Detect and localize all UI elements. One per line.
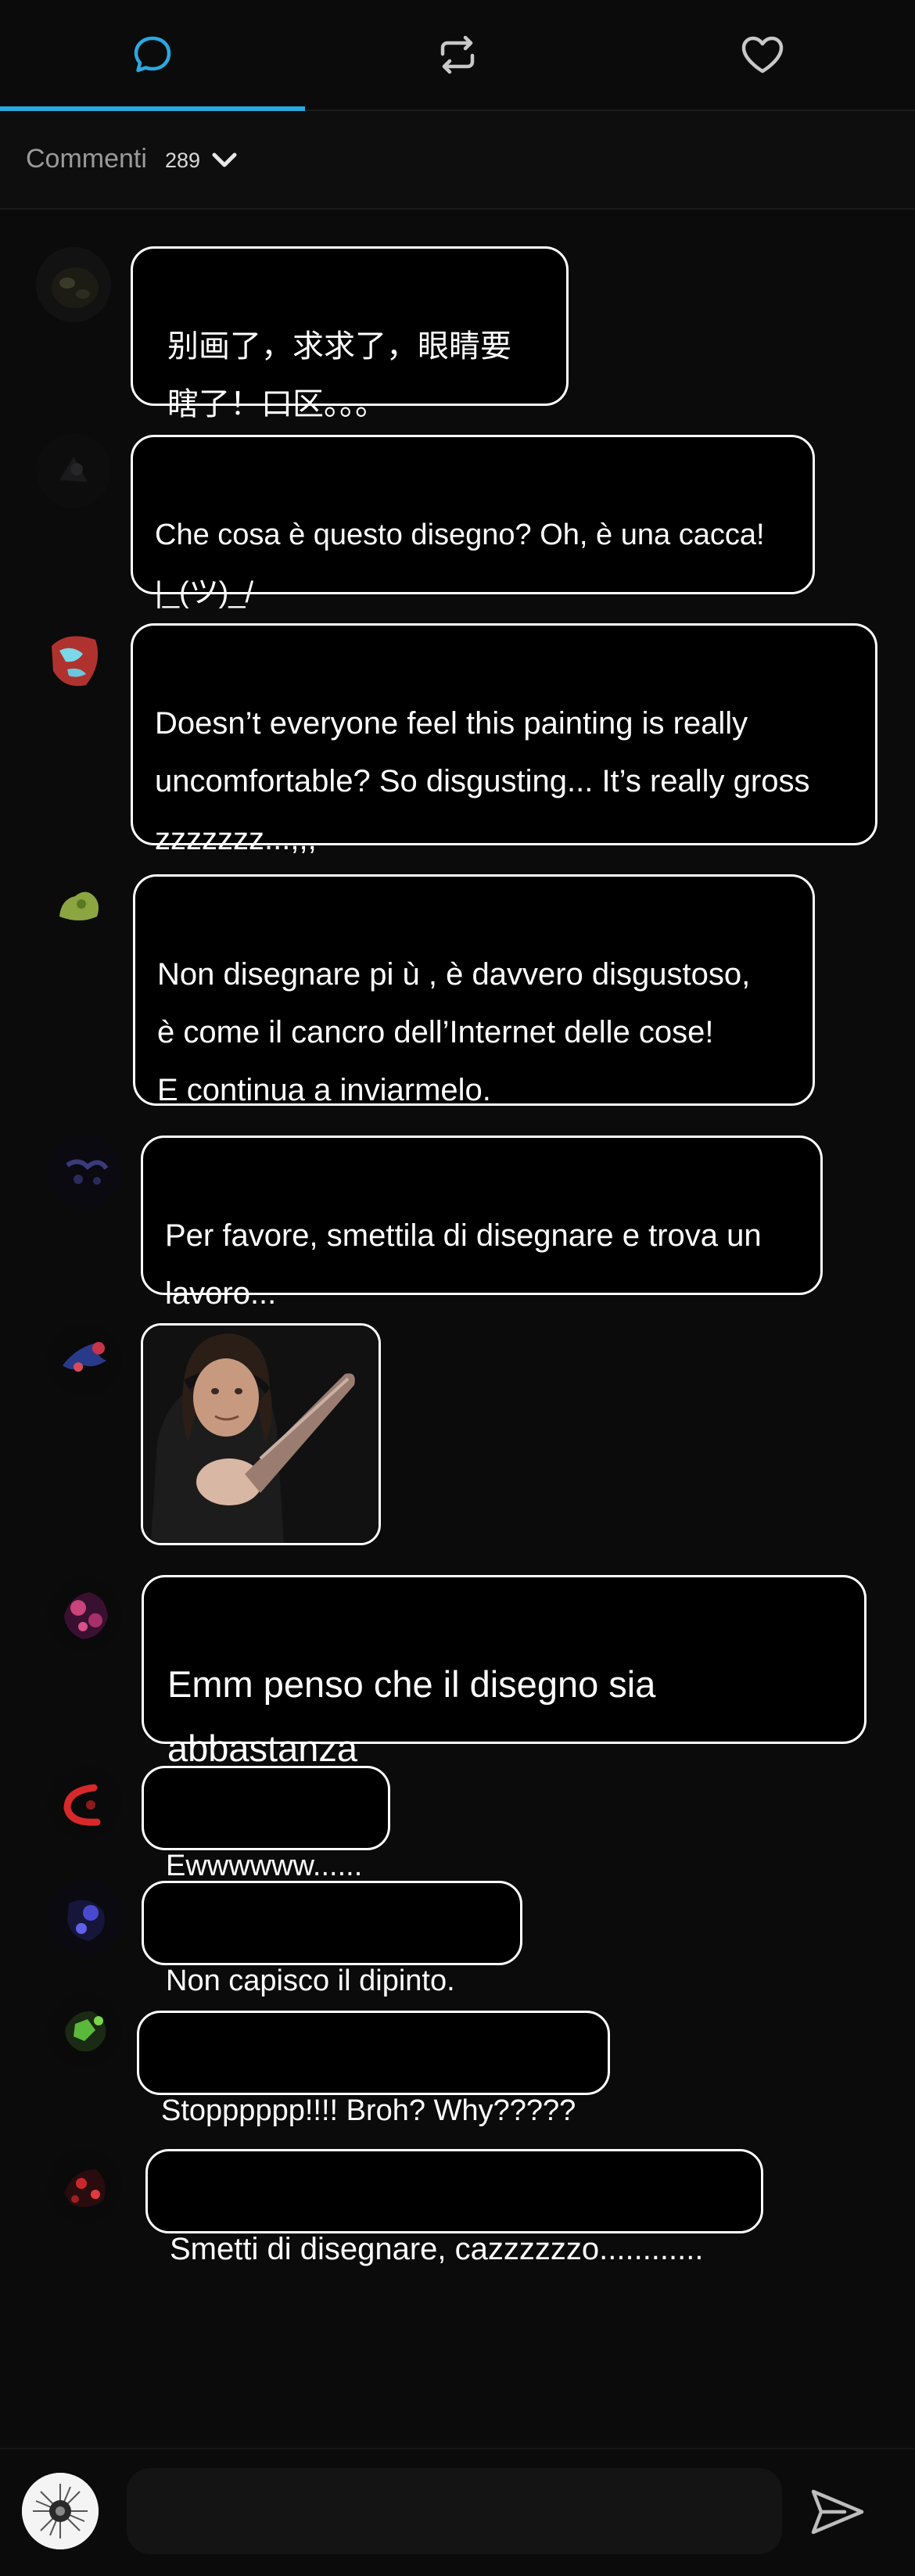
comment-input[interactable] [127, 2468, 782, 2554]
comment-bubble: Stopppppp!!!! Broh? Why????? [137, 2011, 610, 2127]
avatar[interactable] [47, 1134, 122, 1209]
chat-bubble-icon [134, 36, 171, 73]
comment-bubble: Smetti di disegnare, cazzzzzzo..........… [145, 2149, 763, 2266]
comment-text: Non disegnare pi ù , è davvero disgustos… [157, 957, 751, 1107]
avatar[interactable] [47, 1880, 122, 1955]
tab-likes[interactable] [610, 0, 915, 109]
avatar[interactable] [36, 622, 111, 698]
comment-text: Stopppppp!!!! Broh? Why????? [161, 2094, 576, 2127]
comment-text: Per favore, smettila di disegnare e trov… [165, 1218, 762, 1311]
comments-header[interactable]: Commenti 289 [0, 111, 915, 210]
tab-reposts[interactable] [305, 0, 610, 109]
comment-image-bubble[interactable] [141, 1323, 381, 1545]
comment-text: Doesn’t everyone feel this painting is r… [155, 706, 810, 856]
comment-bubble: 别画了，求求了，眼睛要 瞎了！口区。。。 [131, 246, 569, 422]
heart-icon [741, 36, 784, 74]
tab-comments[interactable] [0, 0, 305, 109]
meme-knife-image [143, 1326, 379, 1543]
comment-text: Non capisco il dipinto. [166, 1964, 455, 1997]
avatar[interactable] [47, 1577, 122, 1652]
repost-icon [440, 35, 475, 74]
avatar[interactable] [41, 868, 116, 943]
comment-text: 别画了，求求了，眼睛要 瞎了！口区。。。 [167, 329, 511, 422]
avatar[interactable] [36, 433, 111, 508]
comment-bubble: Non disegnare pi ù , è davvero disgustos… [133, 874, 815, 1107]
comment-bubble: Ewwwwww...... [142, 1766, 390, 1882]
current-user-avatar[interactable] [22, 2473, 99, 2549]
comment-bubble: Doesn’t everyone feel this painting is r… [131, 623, 877, 856]
comment-bubble: Che cosa è questo disegno? Oh, è una cac… [131, 435, 815, 609]
avatar[interactable] [36, 247, 111, 322]
send-icon[interactable] [806, 2481, 868, 2543]
tab-bar [0, 0, 915, 111]
comment-text: Che cosa è questo disegno? Oh, è una cac… [155, 518, 765, 609]
comment-bubble: Per favore, smettila di disegnare e trov… [141, 1136, 823, 1311]
avatar[interactable] [47, 1322, 122, 1397]
comment-text: Smetti di disegnare, cazzzzzzo..........… [170, 2232, 704, 2266]
comments-count: 289 [165, 149, 201, 172]
comments-label: Commenti [26, 144, 147, 174]
comment-input-bar [0, 2448, 915, 2576]
avatar[interactable] [47, 1993, 122, 2068]
chevron-down-icon[interactable] [211, 150, 238, 170]
avatar[interactable] [47, 2149, 122, 2224]
comment-bubble: Non capisco il dipinto. [142, 1881, 522, 1997]
comment-bubble: Emm penso che il disegno sia abbastanza … [142, 1575, 867, 1833]
avatar[interactable] [47, 1766, 122, 1841]
